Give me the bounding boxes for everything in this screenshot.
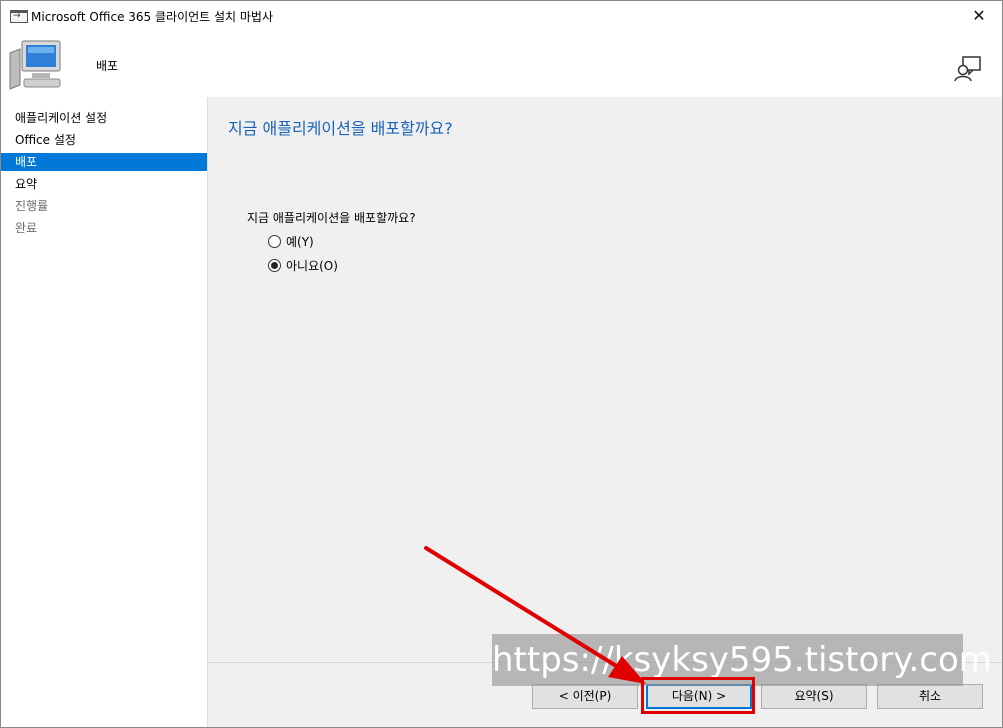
radio-yes-label: 예(Y)	[286, 235, 314, 249]
radio-option-yes[interactable]: 예(Y)	[268, 233, 314, 251]
close-icon[interactable]: ✕	[956, 1, 1002, 31]
content-heading: 지금 애플리케이션을 배포할까요?	[228, 119, 453, 138]
radio-yes[interactable]	[268, 235, 281, 248]
sidebar-item-office-settings[interactable]: Office 설정	[1, 131, 207, 149]
radio-no-label: 아니요(O)	[286, 259, 338, 273]
wizard-header: 배포	[1, 31, 1002, 97]
main-content: 지금 애플리케이션을 배포할까요? 지금 애플리케이션을 배포할까요? 예(Y)…	[208, 97, 1002, 727]
wizard-window: Microsoft Office 365 클라이언트 설치 마법사 ✕ 배포 애…	[0, 0, 1003, 728]
window-title: Microsoft Office 365 클라이언트 설치 마법사	[31, 10, 274, 24]
sidebar-item-summary[interactable]: 요약	[1, 175, 207, 193]
sidebar-item-progress: 진행률	[15, 199, 49, 213]
sidebar-item-deploy[interactable]: 배포	[1, 153, 207, 171]
computer-icon	[9, 40, 61, 90]
title-bar: Microsoft Office 365 클라이언트 설치 마법사 ✕	[1, 1, 1002, 31]
back-button[interactable]: < 이전(P)	[532, 684, 638, 709]
wizard-steps-sidebar: 애플리케이션 설정 Office 설정 배포 요약 진행률 완료	[1, 97, 208, 727]
sidebar-item-complete: 완료	[15, 221, 38, 235]
help-icon[interactable]	[954, 55, 982, 83]
sidebar-item-application-settings[interactable]: 애플리케이션 설정	[1, 109, 207, 127]
deploy-question-label: 지금 애플리케이션을 배포할까요?	[247, 211, 416, 225]
radio-option-no[interactable]: 아니요(O)	[268, 257, 338, 275]
radio-no[interactable]	[268, 259, 281, 272]
app-window-icon	[10, 10, 28, 23]
cancel-button[interactable]: 취소	[877, 684, 983, 709]
next-button-highlight	[641, 677, 755, 714]
summary-button[interactable]: 요약(S)	[761, 684, 867, 709]
page-title: 배포	[96, 59, 119, 73]
